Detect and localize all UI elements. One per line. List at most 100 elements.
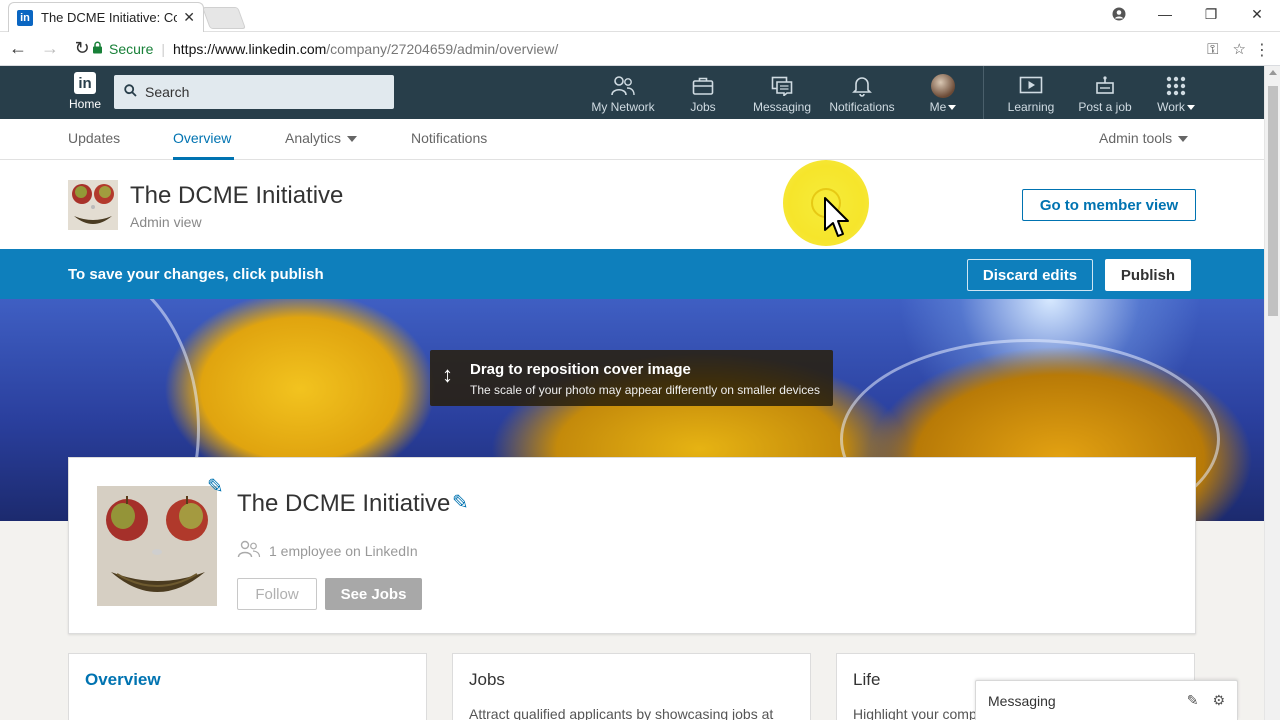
work-grid-icon: [1154, 74, 1198, 98]
employee-count[interactable]: 1 employee on LinkedIn: [237, 540, 418, 561]
nav-notifications-label: Notifications: [829, 100, 895, 114]
admin-tools-caret-icon: [1178, 136, 1189, 143]
page-scrollbar[interactable]: [1264, 66, 1280, 720]
admin-view-label: Admin view: [130, 214, 202, 230]
work-caret-icon: [1186, 105, 1195, 111]
scrollbar-thumb[interactable]: [1268, 86, 1278, 316]
url-separator: |: [161, 41, 165, 57]
nav-messaging-label: Messaging: [752, 100, 812, 114]
tab-title: The DCME Initiative: Cor: [41, 10, 177, 25]
tab-notifications[interactable]: Notifications: [411, 130, 487, 146]
url-actions: ⚿ ☆: [1207, 36, 1246, 62]
tab-analytics[interactable]: Analytics: [285, 130, 358, 146]
browser-tab[interactable]: in The DCME Initiative: Cor ✕: [8, 2, 204, 32]
admin-tools-menu[interactable]: Admin tools: [1099, 130, 1189, 146]
life-card-title: Life: [853, 670, 881, 689]
profile-icon[interactable]: [1096, 7, 1142, 21]
tab-updates[interactable]: Updates: [68, 130, 120, 146]
nav-me-label: Me: [926, 100, 960, 114]
nav-work-label: Work: [1154, 100, 1198, 114]
window-controls: — ❐ ✕: [1096, 0, 1280, 28]
publish-button[interactable]: Publish: [1105, 259, 1191, 291]
settings-gear-icon[interactable]: ⚙: [1212, 692, 1225, 709]
nav-me[interactable]: Me: [926, 74, 960, 116]
linkedin-logo-icon: in: [74, 72, 96, 94]
bookmark-star-icon[interactable]: ☆: [1233, 40, 1246, 58]
key-icon[interactable]: ⚿: [1207, 41, 1218, 58]
tab-overview[interactable]: Overview: [173, 130, 231, 146]
messaging-widget-actions: ✎ ⚙: [1187, 692, 1225, 709]
linkedin-global-nav: in Home My Network Jobs Messaging Notifi…: [0, 66, 1264, 119]
url-path: /company/27204659/admin/overview/: [326, 41, 559, 57]
life-card-text: Highlight your comp: [853, 706, 977, 720]
tooltip-title: Drag to reposition cover image: [470, 361, 691, 378]
my-network-icon: [590, 74, 656, 98]
forward-icon[interactable]: →: [36, 38, 64, 59]
nav-learning[interactable]: Learning: [1006, 74, 1056, 116]
messaging-icon: [752, 74, 812, 98]
messaging-widget-label: Messaging: [988, 693, 1056, 709]
scroll-up-icon[interactable]: [1269, 70, 1277, 75]
nav-post-job[interactable]: Post a job: [1076, 74, 1134, 116]
me-caret-icon: [948, 105, 957, 111]
company-logo-small: [68, 180, 118, 230]
me-avatar: [931, 74, 955, 98]
jobs-card-title: Jobs: [469, 670, 505, 689]
compose-icon[interactable]: ✎: [1187, 692, 1199, 709]
bell-icon: [826, 74, 898, 98]
messaging-widget[interactable]: Messaging ✎ ⚙: [975, 680, 1238, 720]
search-input[interactable]: [145, 84, 385, 100]
tab-analytics-label: Analytics: [285, 130, 342, 146]
nav-post-job-label: Post a job: [1078, 100, 1132, 114]
browser-menu-icon[interactable]: ⋮: [1254, 40, 1270, 60]
nav-work[interactable]: Work: [1154, 74, 1198, 116]
post-job-icon: [1076, 74, 1134, 98]
nav-messaging[interactable]: Messaging: [752, 74, 812, 116]
tab-close-icon[interactable]: ✕: [183, 9, 195, 26]
search-box[interactable]: [114, 75, 394, 109]
minimize-icon[interactable]: —: [1142, 6, 1188, 22]
discard-edits-button[interactable]: Discard edits: [967, 259, 1093, 291]
nav-work-text: Work: [1157, 100, 1185, 114]
secure-label: Secure: [109, 41, 154, 57]
search-icon: [124, 84, 137, 100]
see-jobs-button[interactable]: See Jobs: [325, 578, 422, 610]
learning-icon: [1006, 74, 1056, 98]
back-icon[interactable]: ←: [4, 38, 32, 59]
overview-card-title[interactable]: Overview: [85, 670, 161, 690]
url-host: https://www.linkedin.com: [173, 41, 327, 57]
company-logo-large[interactable]: [97, 486, 217, 606]
nav-my-network[interactable]: My Network: [590, 74, 656, 116]
nav-jobs[interactable]: Jobs: [686, 74, 720, 116]
company-profile-card: ✎ The DCME Initiative ✎ 1 employee on Li…: [68, 457, 1196, 634]
nav-home[interactable]: in Home: [68, 72, 102, 111]
me-avatar-wrap: [926, 74, 960, 98]
browser-address-bar: ← → ↻ Secure | https://www.linkedin.com …: [0, 32, 1280, 66]
maximize-icon[interactable]: ❐: [1188, 6, 1234, 23]
employee-count-text: 1 employee on LinkedIn: [269, 542, 418, 559]
nav-my-network-label: My Network: [591, 100, 655, 114]
browser-tab-bar: in The DCME Initiative: Cor ✕ — ❐ ✕: [0, 0, 1280, 32]
nav-jobs-label: Jobs: [690, 100, 716, 114]
vertical-arrows-icon: ↕: [442, 362, 453, 387]
admin-subnav: Updates Overview Analytics Notifications…: [0, 119, 1264, 160]
lock-icon: [92, 41, 103, 57]
company-admin-header: The DCME Initiative Admin view Go to mem…: [0, 160, 1264, 249]
new-tab-button[interactable]: [201, 7, 247, 29]
linkedin-favicon-icon: in: [17, 9, 33, 26]
publish-message: To save your changes, click publish: [68, 266, 324, 283]
follow-button[interactable]: Follow: [237, 578, 317, 610]
nav-divider: [983, 66, 984, 119]
edit-logo-pencil-icon[interactable]: ✎: [207, 474, 224, 499]
url-field[interactable]: Secure | https://www.linkedin.com /compa…: [92, 36, 1250, 62]
edit-name-pencil-icon[interactable]: ✎: [452, 490, 469, 515]
close-window-icon[interactable]: ✕: [1234, 6, 1280, 23]
jobs-card-text: Attract qualified applicants by showcasi…: [469, 706, 774, 720]
publish-banner: To save your changes, click publish Disc…: [0, 249, 1264, 299]
reposition-tooltip: ↕ Drag to reposition cover image The sca…: [430, 350, 833, 406]
jobs-briefcase-icon: [686, 74, 720, 98]
nav-notifications[interactable]: Notifications: [826, 74, 898, 116]
company-name-heading: The DCME Initiative: [130, 182, 344, 209]
nav-home-label: Home: [68, 97, 101, 111]
go-to-member-view-button[interactable]: Go to member view: [1022, 189, 1196, 221]
